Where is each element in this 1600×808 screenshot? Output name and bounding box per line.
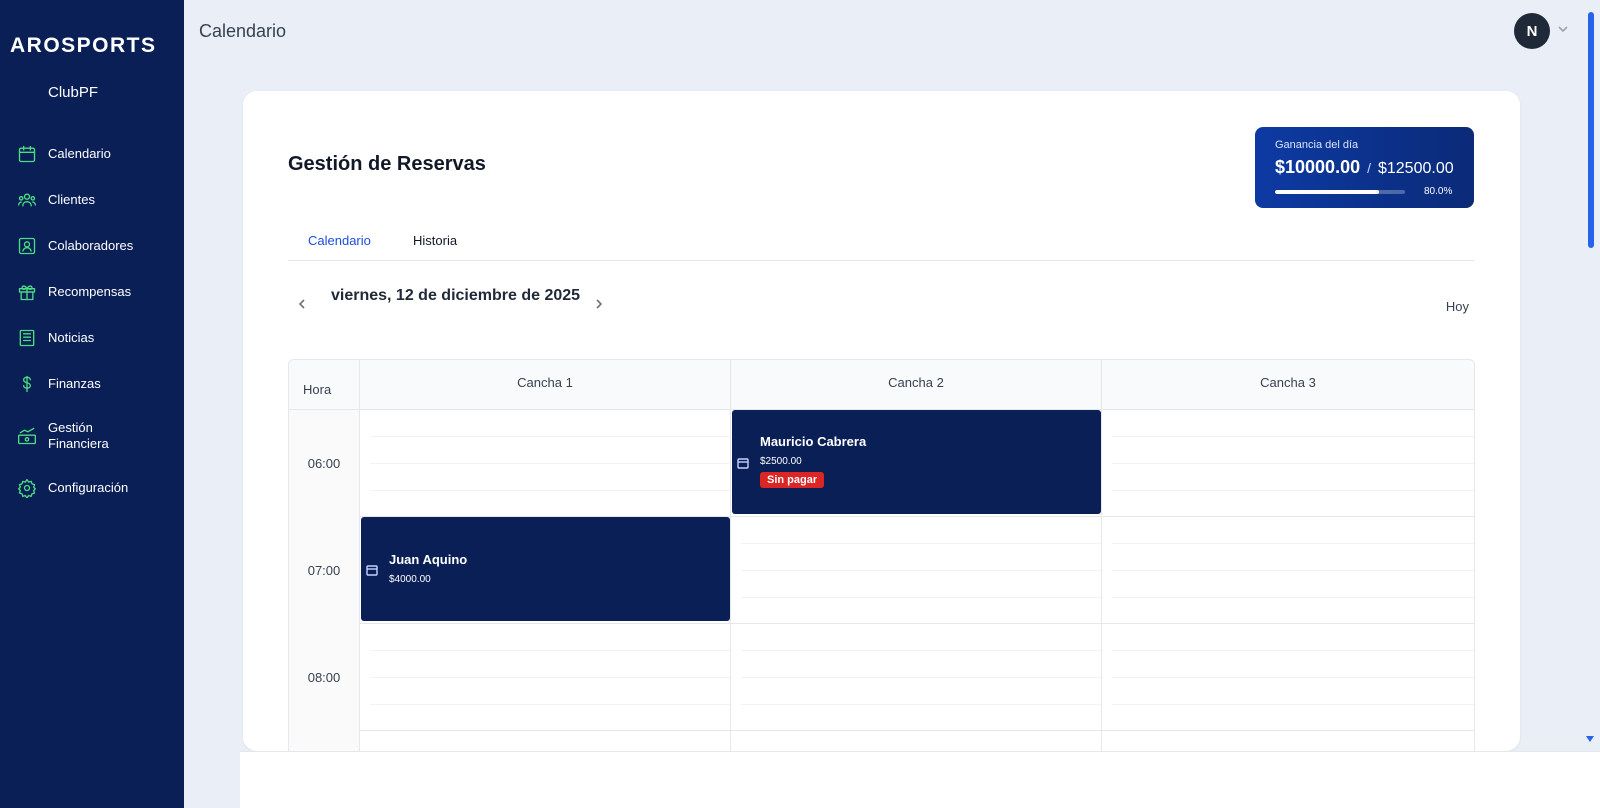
sidebar-item-label: Noticias	[48, 330, 95, 345]
sidebar-item-calendario[interactable]: Calendario	[0, 131, 184, 177]
users-icon	[16, 189, 38, 211]
booking-price: $2500.00	[760, 456, 802, 467]
tab-calendario[interactable]: Calendario	[308, 233, 371, 248]
newspaper-icon	[16, 327, 38, 349]
earnings-progress-track	[1275, 189, 1405, 194]
slot-cell[interactable]	[1102, 731, 1474, 751]
id-card-icon	[16, 235, 38, 257]
slot-cell[interactable]	[1102, 624, 1474, 731]
booking-card[interactable]: Juan Aquino $4000.00	[361, 517, 730, 621]
time-label: 08:00	[289, 624, 360, 731]
club-name: ClubPF	[48, 84, 99, 101]
sidebar-item-label: Recompensas	[48, 284, 132, 299]
court-header-1: Cancha 1	[360, 360, 731, 410]
sidebar-item-clientes[interactable]: Clientes	[0, 177, 184, 223]
brand-logo[interactable]: AROSPORTS	[10, 34, 157, 58]
gift-icon	[16, 281, 38, 303]
slot-cell[interactable]	[1102, 410, 1474, 517]
sidebar-item-label: Configuración	[48, 480, 129, 495]
slot-cell[interactable]	[731, 731, 1102, 751]
tab-historia[interactable]: Historia	[413, 233, 457, 248]
sidebar-item-label: Clientes	[48, 192, 95, 207]
slot-cell[interactable]	[731, 624, 1102, 731]
today-button[interactable]: Hoy	[1446, 299, 1469, 314]
time-row-08: 08:00	[289, 624, 1474, 731]
calendar-icon	[366, 563, 378, 576]
sidebar-item-configuracion[interactable]: Configuración	[0, 465, 184, 511]
time-label: 07:00	[289, 517, 360, 624]
slot-cell[interactable]	[1102, 517, 1474, 624]
sidebar-item-label: Finanzas	[48, 376, 101, 391]
avatar[interactable]: N	[1514, 13, 1550, 49]
booking-client-name: Mauricio Cabrera	[760, 434, 867, 449]
booking-client-name: Juan Aquino	[389, 552, 468, 567]
daily-earnings-card: Ganancia del día $10000.00 / $12500.00 8…	[1255, 127, 1474, 208]
sidebar: AROSPORTS ClubPF Calendario Clientes Col…	[0, 0, 184, 808]
reservations-card: Gestión de Reservas Ganancia del día $10…	[243, 91, 1520, 751]
hour-column-header: Hora	[289, 360, 360, 410]
court-header-2: Cancha 2	[731, 360, 1102, 410]
earnings-total: $12500.00	[1377, 160, 1454, 177]
money-chart-icon	[16, 425, 38, 447]
sidebar-item-finanzas[interactable]: Finanzas	[0, 361, 184, 407]
sidebar-item-noticias[interactable]: Noticias	[0, 315, 184, 361]
slot-cell[interactable]	[360, 624, 731, 731]
current-date: viernes, 12 de diciembre de 2025	[331, 287, 581, 304]
scrollbar-thumb[interactable]	[1588, 12, 1594, 248]
slot-cell[interactable]	[360, 731, 731, 751]
earnings-current: $10000.00	[1275, 157, 1361, 177]
sidebar-item-label: Calendario	[48, 146, 111, 161]
chevron-left-icon[interactable]	[296, 297, 310, 311]
sidebar-item-recompensas[interactable]: Recompensas	[0, 269, 184, 315]
earnings-progress-fill	[1275, 189, 1379, 194]
page-header-title: Calendario	[199, 21, 287, 41]
slot-cell[interactable]	[360, 410, 731, 517]
earnings-percent: 80.0%	[1424, 186, 1453, 197]
sidebar-item-colaboradores[interactable]: Colaboradores	[0, 223, 184, 269]
date-navigator: viernes, 12 de diciembre de 2025 Hoy	[288, 287, 1474, 319]
slot-cell[interactable]	[731, 517, 1102, 624]
court-header-3: Cancha 3	[1260, 374, 1316, 390]
booking-price: $4000.00	[389, 574, 431, 585]
chevron-right-icon[interactable]	[593, 297, 607, 311]
schedule-header: Hora Cancha 1 Cancha 2 Cancha 3	[289, 360, 1474, 410]
earnings-separator: /	[1367, 160, 1371, 176]
earnings-label: Ganancia del día	[1275, 139, 1359, 151]
time-row-next	[289, 731, 1474, 751]
schedule-grid: Hora Cancha 1 Cancha 2 Cancha 3 06:00 07…	[288, 359, 1475, 751]
calendar-icon	[737, 456, 749, 469]
gear-icon	[16, 477, 38, 499]
dollar-icon	[16, 373, 38, 395]
tabs: Calendario Historia	[288, 229, 1474, 261]
time-label: 06:00	[289, 410, 360, 517]
sidebar-item-gestion-financiera[interactable]: Gestión Financiera	[0, 407, 184, 465]
chevron-down-icon[interactable]	[1556, 22, 1570, 36]
scroll-down-arrow-icon[interactable]	[1586, 736, 1594, 742]
sidebar-item-label: Gestión Financiera	[48, 420, 109, 451]
time-label	[289, 731, 360, 751]
booking-card[interactable]: Mauricio Cabrera $2500.00 Sin pagar	[732, 410, 1101, 514]
sidebar-nav: Calendario Clientes Colaboradores Recomp…	[0, 131, 184, 511]
status-badge: Sin pagar	[760, 472, 825, 488]
sidebar-item-label: Colaboradores	[48, 238, 134, 253]
bottom-panel	[240, 751, 1600, 808]
calendar-icon	[16, 143, 38, 165]
page-title: Gestión de Reservas	[288, 153, 486, 175]
